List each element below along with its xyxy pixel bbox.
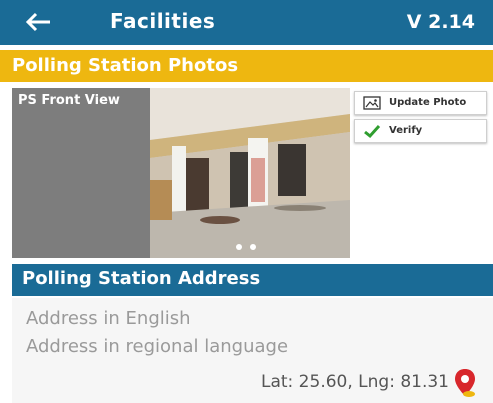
address-panel: Address in English Address in regional l… [12,298,493,403]
carousel-dot[interactable] [236,244,242,250]
address-section-title: Polling Station Address [22,268,261,289]
update-photo-label: Update Photo [389,97,467,108]
back-arrow-icon[interactable] [20,7,60,37]
verify-button[interactable]: Verify [354,119,487,143]
polling-station-photo[interactable] [150,88,350,258]
app-bar: Facilities V 2.14 [0,0,493,45]
photos-section-title: Polling Station Photos [12,55,239,76]
location-pin-icon[interactable] [453,368,477,398]
photo-label-panel: PS Front View [12,88,150,258]
page-title: Facilities [110,9,216,33]
photos-section-header: Polling Station Photos [0,50,493,82]
facilities-screen: Facilities V 2.14 Polling Station Photos… [0,0,493,403]
carousel-dots [236,244,266,250]
address-regional-field[interactable]: Address in regional language [26,336,288,357]
address-english-field[interactable]: Address in English [26,308,191,329]
app-version: V 2.14 [406,11,475,33]
checkmark-icon [363,123,381,139]
verify-label: Verify [389,125,423,136]
coordinates-text: Lat: 25.60, Lng: 81.31 [261,372,449,392]
photo-icon [363,95,381,111]
address-section-header: Polling Station Address [12,264,493,296]
photo-label: PS Front View [18,93,120,108]
carousel-dot[interactable] [250,244,256,250]
update-photo-button[interactable]: Update Photo [354,91,487,115]
